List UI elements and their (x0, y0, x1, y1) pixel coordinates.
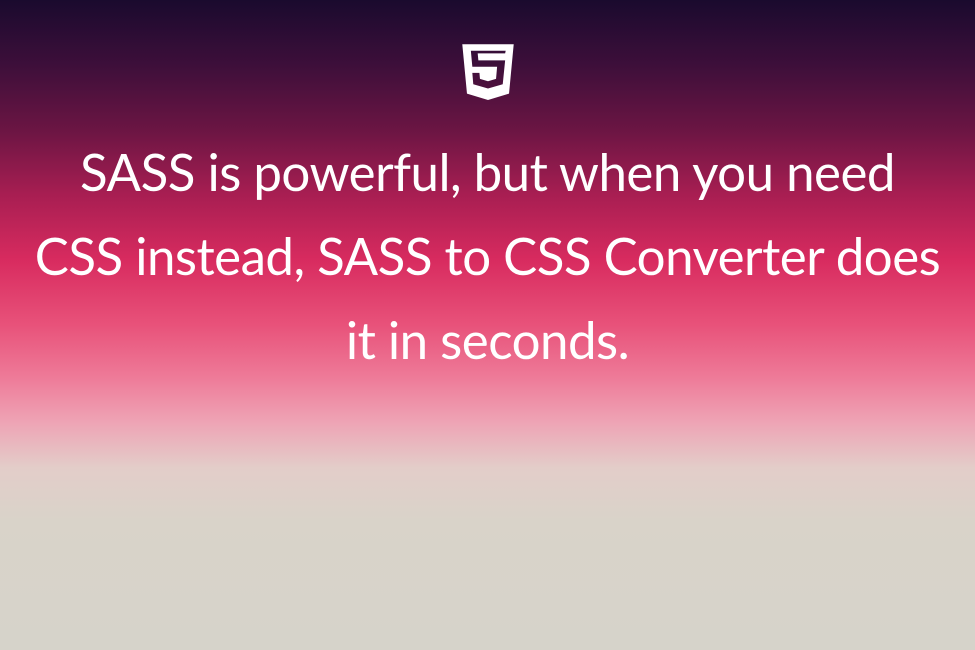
hero-icon-container (458, 40, 518, 100)
hero-headline: SASS is powerful, but when you need CSS … (0, 130, 975, 382)
css3-shield-icon (458, 40, 518, 100)
